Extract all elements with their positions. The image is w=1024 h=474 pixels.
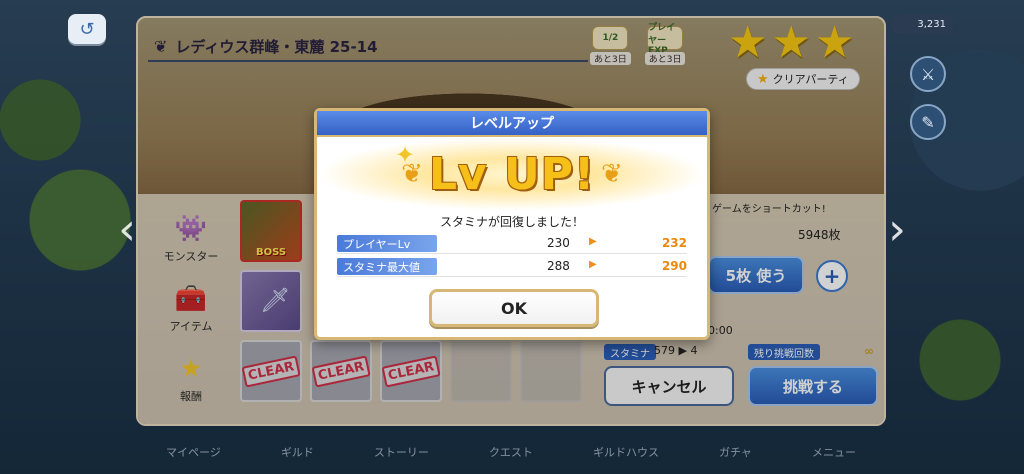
nav-item[interactable]: クエスト bbox=[489, 444, 533, 460]
nav-item[interactable]: ストーリー bbox=[374, 444, 429, 460]
stat-label: プレイヤーLv bbox=[337, 235, 437, 252]
back-button[interactable]: ↺ bbox=[68, 14, 106, 44]
nav-item[interactable]: メニュー bbox=[812, 444, 856, 460]
stat-row-stamina-max: スタミナ最大値 288 ▶ 290 bbox=[337, 257, 687, 277]
bottom-nav: マイページ ギルド ストーリー クエスト ギルドハウス ガチャ メニュー bbox=[136, 430, 886, 474]
stat-after: 290 bbox=[661, 259, 687, 273]
next-stage-arrow-icon[interactable]: › bbox=[882, 205, 912, 255]
lv-up-text: Lv UP! bbox=[428, 148, 596, 200]
back-arrow-icon: ↺ bbox=[79, 18, 95, 40]
stat-after: 232 bbox=[661, 236, 687, 250]
currency-display: 3,231 bbox=[890, 14, 954, 34]
flourish-right-icon: ❦ bbox=[601, 159, 623, 189]
stat-before: 230 bbox=[547, 236, 570, 250]
dialog-header: レベルアップ bbox=[317, 111, 707, 137]
nav-item[interactable]: ギルド bbox=[281, 444, 314, 460]
stamina-recovered-message: スタミナが回復しました！ bbox=[439, 215, 584, 229]
sword-icon[interactable]: ⚔ bbox=[910, 56, 946, 92]
sparkle-icon: ✦ bbox=[395, 141, 416, 169]
level-up-dialog: レベルアップ ✦ ❦ Lv UP! ❦ スタミナが回復しました！ プレイヤーLv… bbox=[314, 108, 710, 340]
stat-label: スタミナ最大値 bbox=[337, 258, 437, 275]
stat-row-player-lv: プレイヤーLv 230 ▶ 232 bbox=[337, 234, 687, 254]
stat-before: 288 bbox=[547, 259, 570, 273]
lv-up-banner: ✦ ❦ Lv UP! ❦ bbox=[317, 137, 707, 211]
nav-item[interactable]: ガチャ bbox=[719, 444, 752, 460]
currency-value: 3,231 bbox=[917, 18, 946, 30]
arrow-right-icon: ▶ bbox=[589, 236, 597, 247]
arrow-right-icon: ▶ bbox=[589, 259, 597, 270]
ok-button[interactable]: OK bbox=[429, 289, 599, 327]
side-menu: ⚔ ✎ bbox=[910, 56, 952, 152]
scroll-icon[interactable]: ✎ bbox=[910, 104, 946, 140]
nav-item[interactable]: ギルドハウス bbox=[593, 444, 659, 460]
nav-item[interactable]: マイページ bbox=[166, 444, 221, 460]
